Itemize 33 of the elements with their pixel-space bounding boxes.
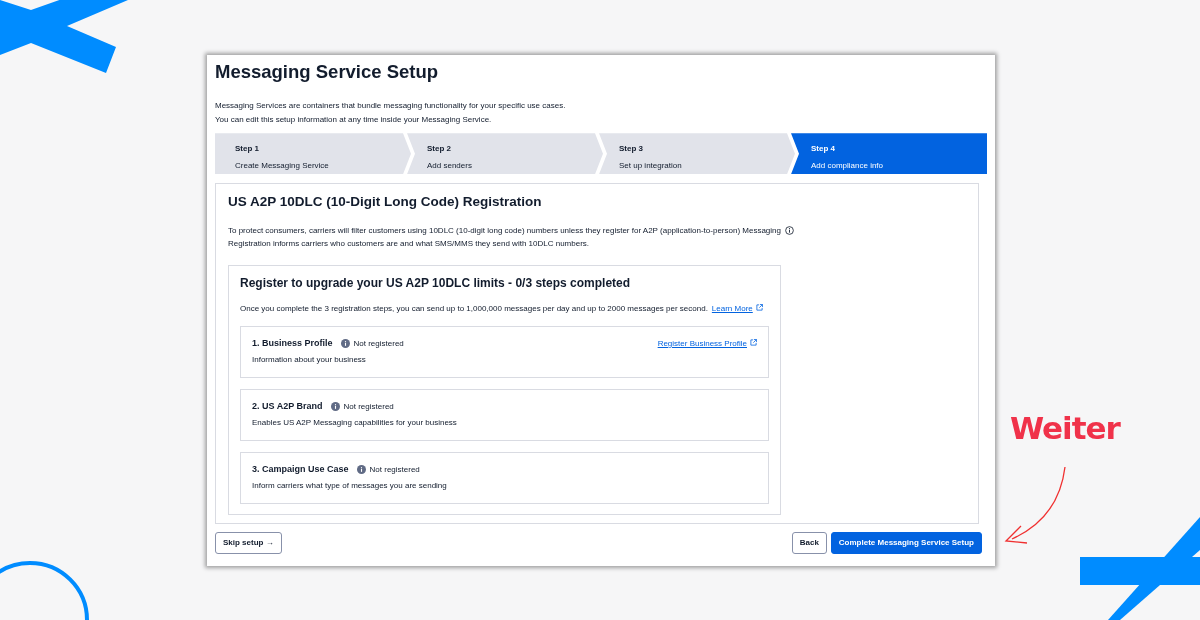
- description-text: Registration informs carriers who customers are and what SMS/MMS they send with 10DLC numbers.: [228, 238, 590, 251]
- step-description: Enables US A2P Messaging capabilities for your business: [252, 417, 458, 430]
- description-text: Messaging Services are containers that bundle messaging functionality for your specific use cases.: [215, 100, 567, 113]
- info-icon: [330, 402, 340, 411]
- step-tab[interactable]: Step 3 Set up integration: [599, 133, 795, 175]
- description-text: To protect consumers, carriers will filter customers using 10DLC (10-digit long code) numbers unless they register for A2P (application-to-person) Messaging: [228, 225, 781, 238]
- status-text: Not registered: [369, 463, 420, 476]
- step-title: 2. US A2P Brand: [252, 399, 323, 413]
- step-description: Inform carriers what type of messages you are sending: [252, 480, 448, 493]
- step-title: 1. Business Profile: [252, 336, 333, 350]
- status-text: Not registered: [343, 400, 394, 413]
- step-description: Information about your business: [252, 354, 367, 367]
- register-link[interactable]: Register Business Profile: [657, 337, 757, 350]
- annotation-label: Weiter: [1010, 410, 1120, 448]
- complete-button[interactable]: Complete Messaging Service Setup: [830, 532, 982, 555]
- back-button[interactable]: Back: [791, 532, 827, 555]
- skip-button[interactable]: Skip setup →: [215, 532, 282, 555]
- summary-text: Once you complete the 3 registration steps, you can send up to 1,000,000 messages per day and up to 2000 messages per second.: [240, 302, 708, 315]
- info-icon: [340, 339, 350, 348]
- section-title: US A2P 10DLC (10-Digit Long Code) Registration: [228, 194, 543, 211]
- external-link-icon: [750, 338, 757, 346]
- external-link-icon: [755, 303, 763, 311]
- info-icon: [785, 226, 794, 236]
- page-title: Messaging Service Setup: [215, 61, 440, 84]
- step-tab[interactable]: Step 4 Add compliance info: [791, 133, 987, 175]
- info-icon: [356, 465, 366, 474]
- step-tab[interactable]: Step 1 Create Messaging Service: [215, 133, 411, 175]
- status-text: Not registered: [353, 337, 404, 350]
- learn-more-link[interactable]: Learn More: [711, 302, 763, 315]
- registration-title: Register to upgrade your US A2P 10DLC limits - 0/3 steps completed: [240, 276, 632, 291]
- description-text: You can edit this setup information at any time inside your Messaging Service.: [215, 114, 493, 127]
- step-title: 3. Campaign Use Case: [252, 462, 349, 476]
- step-tab[interactable]: Step 2 Add senders: [407, 133, 603, 175]
